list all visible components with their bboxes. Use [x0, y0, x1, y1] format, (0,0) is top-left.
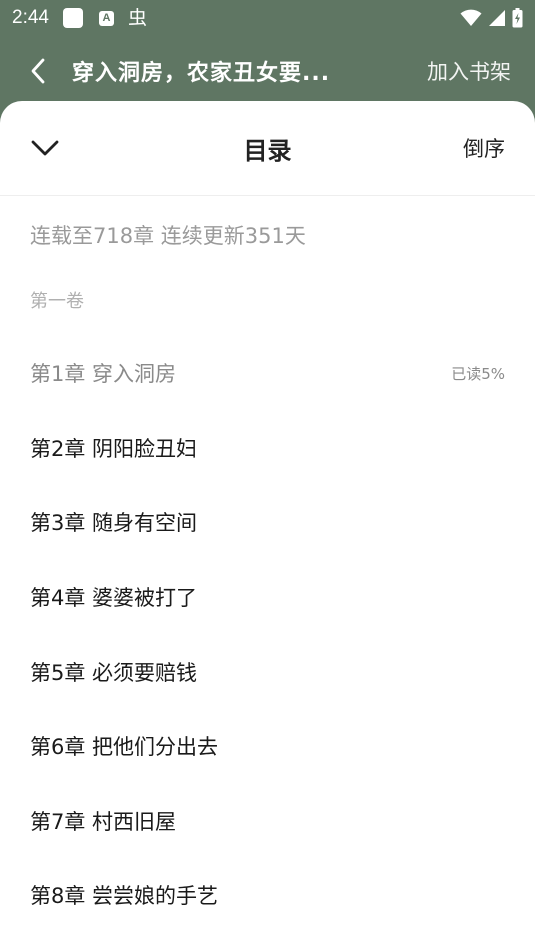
status-indicators: [460, 8, 523, 28]
chapter-item[interactable]: 第3章 随身有空间: [0, 485, 535, 560]
app-bar: 穿入洞房，农家丑女要... 加入书架: [0, 36, 535, 106]
chapter-title: 第7章 村西旧屋: [30, 809, 177, 834]
signal-icon: [489, 10, 505, 26]
chapter-list: 第1章 穿入洞房 已读5% 第2章 阴阳脸丑妇 第3章 随身有空间 第4章 婆婆…: [0, 336, 535, 933]
chapter-item[interactable]: 第1章 穿入洞房 已读5%: [0, 336, 535, 411]
chapter-title: 第4章 婆婆被打了: [30, 586, 198, 611]
read-progress: 已读5%: [451, 364, 505, 383]
notification-square-icon: [62, 8, 83, 28]
bug-icon: 虫: [127, 6, 147, 29]
chapter-title: 第1章 穿入洞房: [30, 362, 177, 387]
chapter-title: 第3章 随身有空间: [30, 511, 198, 536]
update-info: 连载至718章 连续更新351天: [30, 224, 306, 248]
volume-label: 第一卷: [30, 291, 84, 312]
chapter-item[interactable]: 第8章 尝尝娘的手艺: [0, 858, 535, 933]
status-time: 2:44: [12, 7, 49, 28]
chapter-item[interactable]: 第7章 村西旧屋: [0, 784, 535, 859]
chapter-title: 第5章 必须要赔钱: [30, 660, 198, 685]
add-to-shelf-button[interactable]: 加入书架: [427, 56, 511, 86]
chapter-title: 第6章 把他们分出去: [30, 735, 219, 760]
book-title: 穿入洞房，农家丑女要...: [72, 61, 331, 86]
chapter-title: 第8章 尝尝娘的手艺: [30, 884, 219, 909]
screen: 2:44 A 虫 穿入洞房，农家丑女要... 加入书架 目录 倒序 连载至718…: [0, 0, 535, 952]
keyboard-a-icon: A: [98, 10, 114, 26]
chapter-item[interactable]: 第4章 婆婆被打了: [0, 560, 535, 635]
chapter-item[interactable]: 第5章 必须要赔钱: [0, 634, 535, 709]
chevron-down-icon[interactable]: [30, 133, 60, 163]
chapter-item[interactable]: 第6章 把他们分出去: [0, 709, 535, 784]
reverse-order-button[interactable]: 倒序: [463, 133, 505, 163]
battery-icon: [512, 8, 523, 28]
status-bar: 2:44 A 虫: [0, 0, 535, 36]
chapter-item[interactable]: 第2章 阴阳脸丑妇: [0, 411, 535, 486]
sheet-header: 目录 倒序: [0, 101, 535, 196]
back-arrow-icon[interactable]: [26, 58, 50, 84]
chapter-title: 第2章 阴阳脸丑妇: [30, 436, 198, 461]
toc-sheet: 目录 倒序 连载至718章 连续更新351天 第一卷 第1章 穿入洞房 已读5%…: [0, 101, 535, 952]
sheet-title: 目录: [243, 136, 292, 165]
wifi-icon: [460, 9, 482, 26]
